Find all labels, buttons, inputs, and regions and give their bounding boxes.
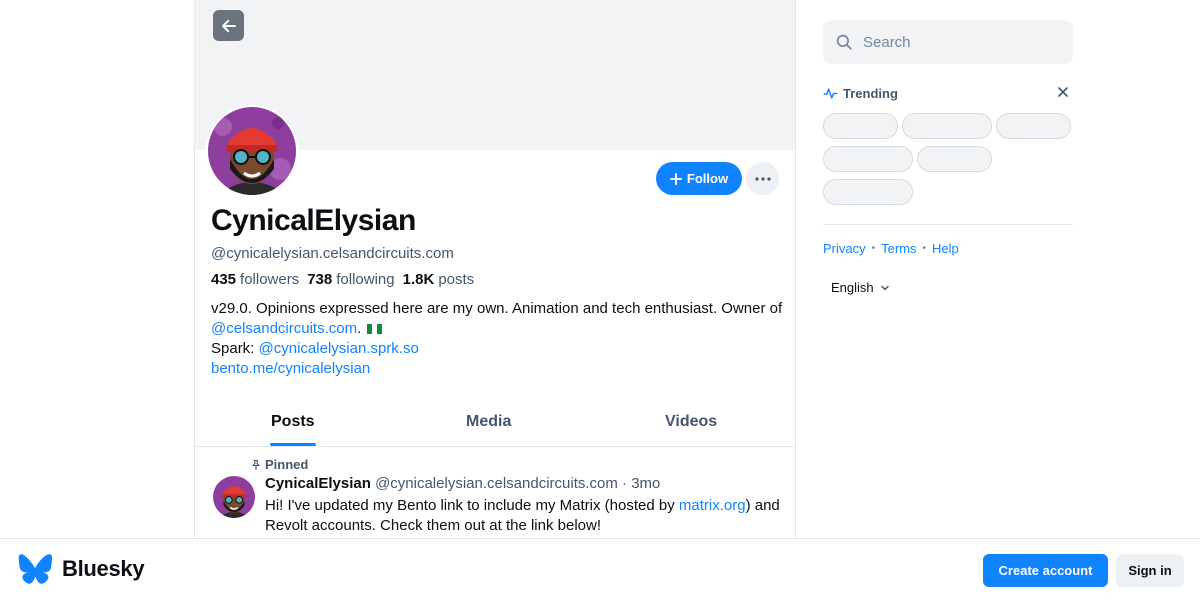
avatar-illustration: [208, 107, 296, 195]
terms-link[interactable]: Terms: [881, 241, 916, 256]
bio-text: v29.0. Opinions expressed here are my ow…: [211, 300, 783, 317]
trending-pulse-icon: [823, 87, 838, 99]
tab-posts[interactable]: Posts: [271, 413, 315, 431]
followers-label: followers: [240, 271, 300, 288]
follow-button-label: Follow: [686, 171, 729, 186]
footer-links: Privacy • Terms • Help: [823, 241, 959, 256]
post-body: Hi! I've updated my Bento link to includ…: [265, 496, 780, 536]
nigeria-flag-icon: [367, 324, 383, 334]
back-button[interactable]: [213, 10, 244, 41]
profile-handle: @cynicalelysian.celsandcircuits.com: [211, 245, 454, 262]
brand-logo[interactable]: Bluesky: [18, 554, 145, 584]
brand-name: Bluesky: [62, 556, 145, 581]
following-count: 738: [307, 271, 333, 288]
sidebar-divider: [823, 224, 1073, 225]
bio-spark-label: Spark:: [211, 340, 255, 357]
search-input[interactable]: [863, 33, 1053, 51]
language-selector[interactable]: English: [831, 280, 890, 295]
following-stat[interactable]: 738 following: [307, 271, 394, 288]
trending-placeholder-pill: [823, 146, 913, 172]
post-text-start: Hi! I've updated my Bento link to includ…: [265, 497, 675, 514]
post-author-avatar[interactable]: [213, 476, 255, 518]
link-separator: •: [871, 243, 876, 254]
followers-count: 435: [211, 271, 237, 288]
trending-header: Trending: [823, 84, 1073, 102]
link-separator: •: [922, 243, 927, 254]
bio-link-bento[interactable]: bento.me/cynicalelysian: [211, 360, 370, 377]
pin-icon: [252, 459, 260, 470]
arrow-left-icon: [221, 19, 236, 32]
more-options-button[interactable]: [746, 162, 779, 195]
post-timestamp[interactable]: 3mo: [631, 475, 660, 492]
bottom-bar: Bluesky Create account Sign in: [0, 538, 1200, 600]
posts-count: 1.8K: [402, 271, 435, 288]
bio-link-spark[interactable]: @cynicalelysian.sprk.so: [259, 340, 419, 357]
display-name: CynicalElysian: [211, 204, 416, 237]
active-tab-indicator: [270, 443, 316, 446]
profile-bio: v29.0. Opinions expressed here are my ow…: [211, 299, 786, 379]
follow-button[interactable]: Follow: [656, 162, 742, 195]
posts-label: posts: [438, 271, 475, 288]
profile-tabs: Posts Media Videos: [195, 400, 795, 447]
pinned-label: Pinned: [265, 457, 309, 472]
trending-placeholder-pill: [917, 146, 992, 172]
posts-stat: 1.8K posts: [403, 271, 475, 288]
trending-placeholder-pill: [996, 113, 1071, 139]
followers-stat[interactable]: 435 followers: [211, 271, 299, 288]
help-link[interactable]: Help: [932, 241, 959, 256]
search-box[interactable]: [823, 20, 1073, 64]
search-icon: [836, 34, 852, 50]
post-link-matrix[interactable]: matrix.org: [679, 497, 746, 514]
close-icon[interactable]: [1057, 86, 1069, 98]
language-label: English: [831, 280, 874, 295]
post-separator: ·: [622, 475, 628, 492]
trending-placeholder-pill: [823, 179, 913, 205]
trending-placeholder-pill: [823, 113, 898, 139]
tab-videos[interactable]: Videos: [665, 413, 717, 431]
avatar-illustration: [213, 476, 255, 518]
bio-link-celsandcircuits[interactable]: @celsandcircuits.com: [211, 320, 357, 337]
ellipsis-icon: [754, 176, 771, 181]
bio-period: .: [357, 320, 362, 337]
plus-icon: [669, 172, 682, 185]
tab-media[interactable]: Media: [466, 413, 511, 431]
privacy-link[interactable]: Privacy: [823, 241, 866, 256]
profile-stats: 435 followers 738 following 1.8K posts: [211, 271, 474, 288]
post-header: CynicalElysian @cynicalelysian.celsandci…: [265, 475, 660, 492]
profile-avatar[interactable]: [206, 105, 298, 197]
post-author-handle[interactable]: @cynicalelysian.celsandcircuits.com: [375, 475, 618, 492]
sign-in-button[interactable]: Sign in: [1116, 554, 1184, 587]
pinned-indicator: Pinned: [250, 457, 308, 472]
profile-column: Follow CynicalElysian @cynicalelysian.ce…: [194, 0, 796, 600]
trending-label: Trending: [843, 85, 898, 101]
following-label: following: [336, 271, 395, 288]
chevron-down-icon: [880, 285, 889, 290]
trending-placeholder-pill: [902, 113, 992, 139]
post-author-name[interactable]: CynicalElysian: [265, 475, 371, 492]
create-account-button[interactable]: Create account: [983, 554, 1108, 587]
butterfly-icon: [18, 554, 52, 584]
